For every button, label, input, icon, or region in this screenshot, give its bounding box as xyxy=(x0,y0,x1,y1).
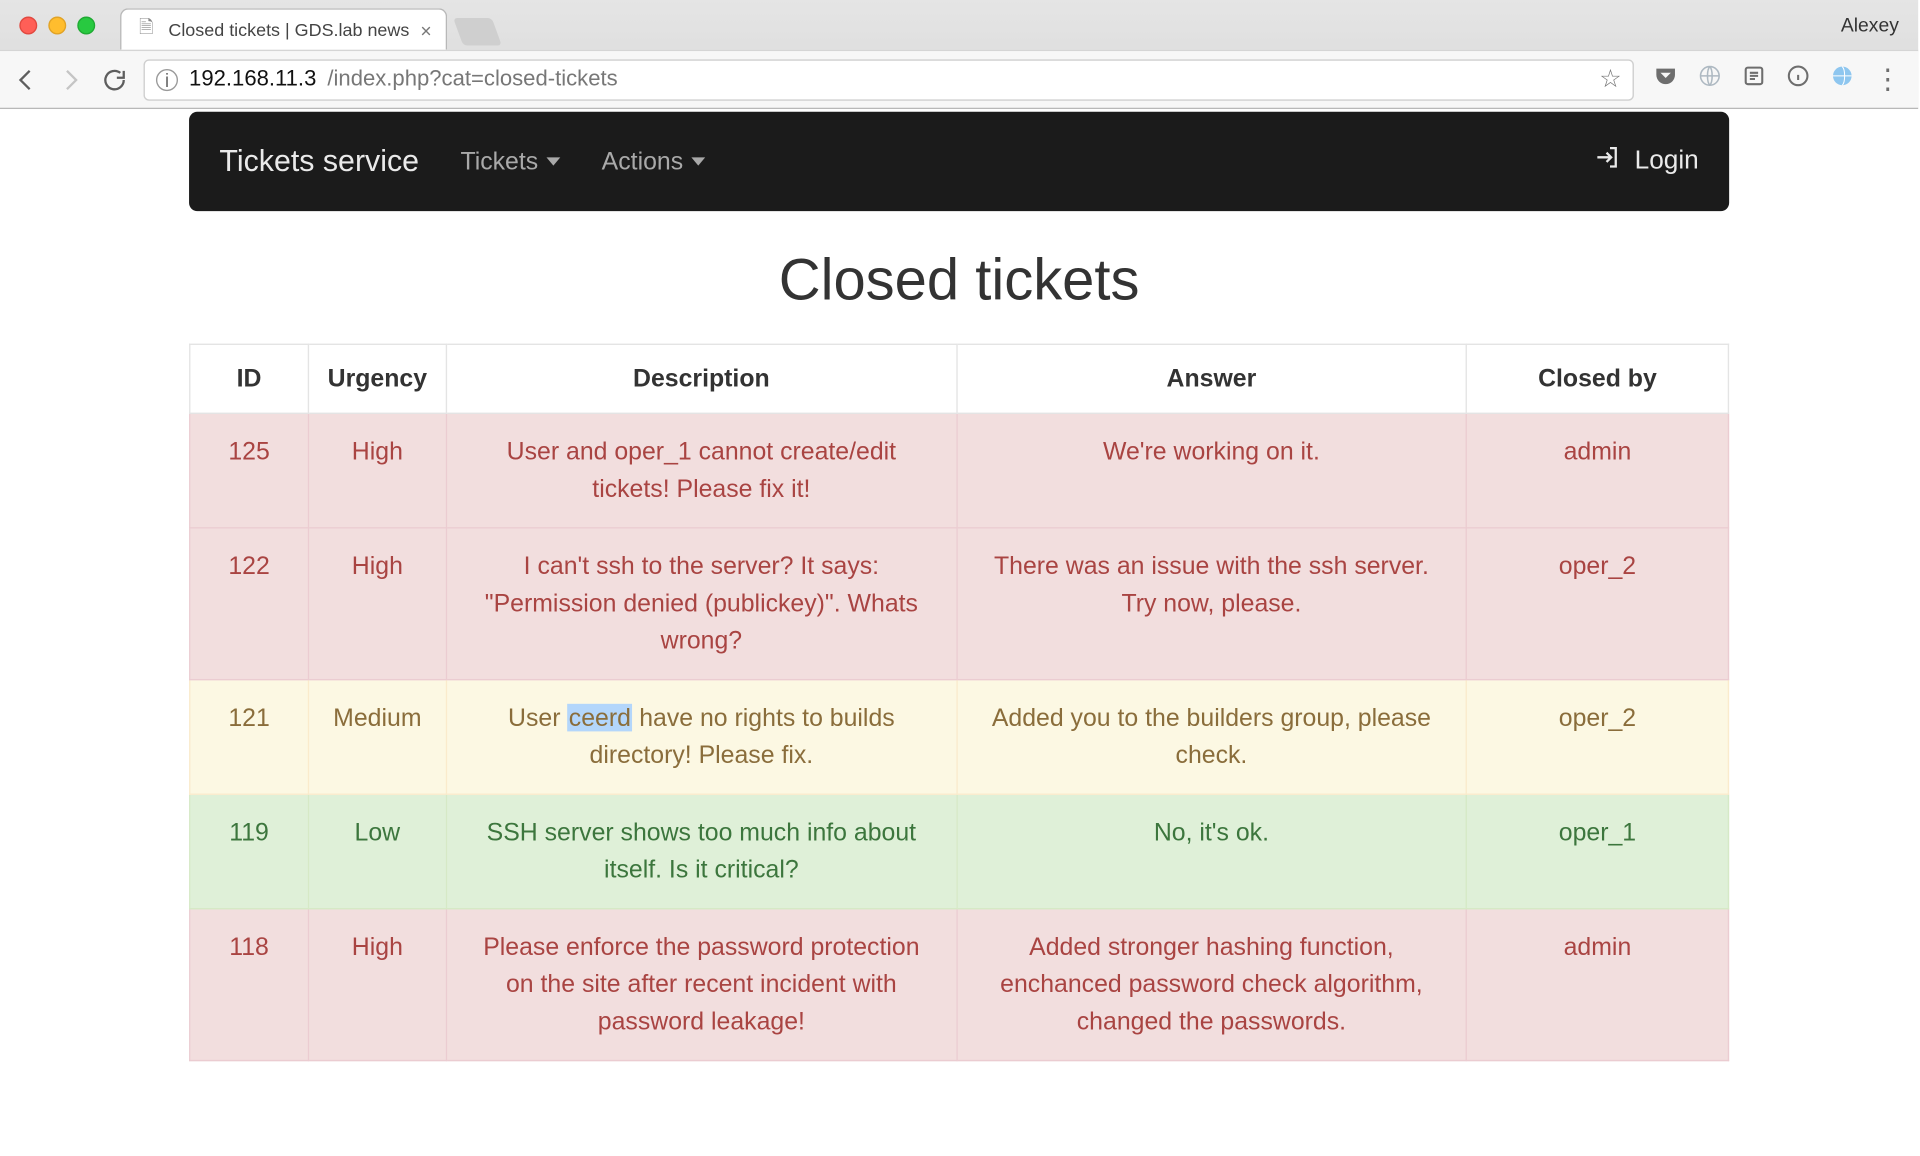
cell-description: I can't ssh to the server? It says: "Per… xyxy=(446,528,956,680)
cell-urgency: High xyxy=(308,413,446,528)
brand[interactable]: Tickets service xyxy=(219,144,419,180)
cell-description: SSH server shows too much info about its… xyxy=(446,794,956,909)
cell-urgency: Medium xyxy=(308,680,446,795)
table-header-row: ID Urgency Description Answer Closed by xyxy=(190,344,1729,413)
cell-answer: Added stronger hashing function, enchanc… xyxy=(956,909,1466,1061)
cell-urgency: High xyxy=(308,909,446,1061)
close-window-button[interactable] xyxy=(19,16,37,34)
cell-answer: We're working on it. xyxy=(956,413,1466,528)
profile-name[interactable]: Alexey xyxy=(1841,14,1905,36)
url-path: /index.php?cat=closed-tickets xyxy=(327,67,617,92)
cell-id: 125 xyxy=(190,413,309,528)
cell-id: 122 xyxy=(190,528,309,680)
login-icon xyxy=(1593,144,1621,180)
app-navbar: Tickets service Tickets Actions Login xyxy=(189,112,1729,211)
chevron-down-icon xyxy=(691,157,705,165)
pocket-icon[interactable] xyxy=(1653,63,1678,95)
reload-button[interactable] xyxy=(99,64,129,94)
cell-answer: No, it's ok. xyxy=(956,794,1466,909)
cell-id: 119 xyxy=(190,794,309,909)
table-row: 125HighUser and oper_1 cannot create/edi… xyxy=(190,413,1729,528)
th-answer: Answer xyxy=(956,344,1466,413)
nav-actions[interactable]: Actions xyxy=(602,147,706,176)
desc-text: have no rights to builds directory! Plea… xyxy=(590,704,895,769)
table-row: 122HighI can't ssh to the server? It say… xyxy=(190,528,1729,680)
login-link[interactable]: Login xyxy=(1593,144,1699,180)
nav-actions-label: Actions xyxy=(602,147,683,176)
forward-button[interactable] xyxy=(55,64,85,94)
cell-closed-by: oper_2 xyxy=(1466,528,1728,680)
cell-urgency: High xyxy=(308,528,446,680)
new-tab-button[interactable] xyxy=(453,18,502,46)
globe-icon[interactable] xyxy=(1697,63,1722,95)
browser-tab[interactable]: 🗎 Closed tickets | GDS.lab news × xyxy=(120,8,447,49)
cell-closed-by: oper_1 xyxy=(1466,794,1728,909)
reader-icon[interactable] xyxy=(1742,63,1767,95)
file-icon: 🗎 xyxy=(135,14,157,44)
page-title: Closed tickets xyxy=(189,247,1729,313)
window-controls xyxy=(19,16,95,34)
cell-description: Please enforce the password protection o… xyxy=(446,909,956,1061)
desc-text: User xyxy=(508,704,567,732)
tickets-table: ID Urgency Description Answer Closed by … xyxy=(189,344,1729,1062)
th-description: Description xyxy=(446,344,956,413)
blue-globe-icon[interactable] xyxy=(1830,63,1855,95)
cell-closed-by: admin xyxy=(1466,413,1728,528)
address-bar[interactable]: i 192.168.11.3/index.php?cat=closed-tick… xyxy=(144,59,1634,100)
nav-tickets[interactable]: Tickets xyxy=(460,147,560,176)
cell-description: User ceerd have no rights to builds dire… xyxy=(446,680,956,795)
bookmark-star-icon[interactable]: ☆ xyxy=(1599,65,1621,94)
th-closed-by: Closed by xyxy=(1466,344,1728,413)
cell-description: User and oper_1 cannot create/edit ticke… xyxy=(446,413,956,528)
th-urgency: Urgency xyxy=(308,344,446,413)
nav-tickets-label: Tickets xyxy=(460,147,538,176)
cell-id: 118 xyxy=(190,909,309,1061)
table-row: 118HighPlease enforce the password prote… xyxy=(190,909,1729,1061)
cell-urgency: Low xyxy=(308,794,446,909)
close-tab-icon[interactable]: × xyxy=(420,19,431,41)
site-info-icon[interactable]: i xyxy=(156,68,178,90)
maximize-window-button[interactable] xyxy=(77,16,95,34)
cell-closed-by: oper_2 xyxy=(1466,680,1728,795)
table-row: 119LowSSH server shows too much info abo… xyxy=(190,794,1729,909)
cell-answer: There was an issue with the ssh server. … xyxy=(956,528,1466,680)
table-row: 121MediumUser ceerd have no rights to bu… xyxy=(190,680,1729,795)
cell-closed-by: admin xyxy=(1466,909,1728,1061)
chevron-down-icon xyxy=(546,157,560,165)
cell-id: 121 xyxy=(190,680,309,795)
menu-icon[interactable]: ⋮ xyxy=(1874,74,1902,85)
th-id: ID xyxy=(190,344,309,413)
login-label: Login xyxy=(1635,146,1699,176)
tab-title: Closed tickets | GDS.lab news xyxy=(168,19,409,40)
info-icon[interactable] xyxy=(1786,63,1811,95)
minimize-window-button[interactable] xyxy=(48,16,66,34)
back-button[interactable] xyxy=(11,64,41,94)
extension-icons: ⋮ xyxy=(1648,63,1907,95)
url-host: 192.168.11.3 xyxy=(189,67,316,92)
browser-chrome: 🗎 Closed tickets | GDS.lab news × Alexey… xyxy=(0,0,1918,109)
selected-text: ceerd xyxy=(567,704,632,732)
cell-answer: Added you to the builders group, please … xyxy=(956,680,1466,795)
